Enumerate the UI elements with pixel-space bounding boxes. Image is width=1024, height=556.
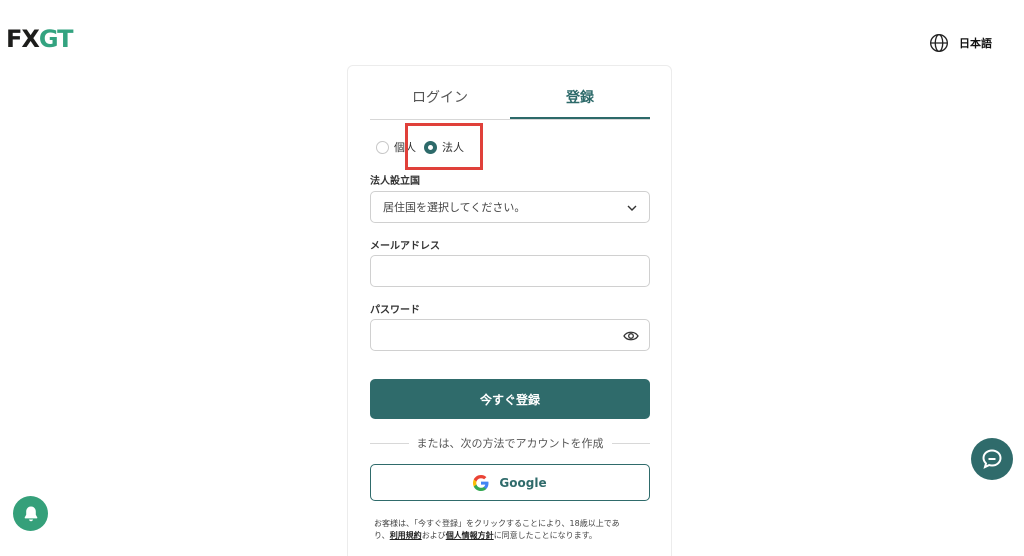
- email-field[interactable]: [370, 255, 650, 287]
- chat-button[interactable]: [971, 438, 1013, 480]
- consent-text: お客様は、「今すぐ登録」をクリックすることにより、18歳以上であ り、利用規約お…: [374, 518, 646, 542]
- country-label: 法人設立国: [370, 176, 420, 187]
- register-card: ログイン 登録 個人 法人 法人設立国 居住国を選択してください。 メールアドレ…: [347, 65, 672, 556]
- divider-text: または、次の方法でアカウントを作成: [416, 437, 604, 450]
- consent-part3: および: [421, 531, 446, 540]
- privacy-policy-link[interactable]: 個人情報方針: [446, 531, 494, 540]
- google-icon: [473, 474, 489, 491]
- google-button-label: Google: [499, 475, 547, 490]
- globe-icon: [930, 34, 948, 52]
- password-label: パスワード: [370, 305, 420, 316]
- bell-icon: [24, 506, 37, 521]
- logo-fx: FX: [6, 25, 40, 53]
- consent-part4: に同意したことになります。: [493, 531, 597, 540]
- country-select[interactable]: 居住国を選択してください。: [370, 191, 650, 223]
- divider-line-left: [370, 442, 409, 444]
- tab-login[interactable]: ログイン: [370, 80, 510, 119]
- consent-part2: り、: [374, 531, 390, 540]
- eye-icon[interactable]: [623, 329, 639, 343]
- notification-button[interactable]: [13, 496, 48, 531]
- terms-link[interactable]: 利用規約: [390, 531, 422, 540]
- auth-tabs: ログイン 登録: [370, 80, 650, 120]
- country-select-value: 居住国を選択してください。: [383, 201, 526, 214]
- email-label: メールアドレス: [370, 241, 440, 252]
- consent-part1: お客様は、「今すぐ登録」をクリックすることにより、18歳以上であ: [374, 519, 620, 528]
- fxgt-logo[interactable]: FX GT: [6, 25, 74, 53]
- chevron-down-icon: [627, 205, 637, 211]
- divider-line-right: [611, 442, 650, 444]
- google-signup-button[interactable]: Google: [370, 464, 650, 501]
- alt-signup-divider: または、次の方法でアカウントを作成: [370, 435, 650, 451]
- highlight-box: [405, 123, 483, 170]
- tab-register[interactable]: 登録: [510, 80, 650, 119]
- logo-gt: GT: [38, 25, 74, 53]
- chat-bubble-icon: [982, 449, 1002, 469]
- radio-individual-circle[interactable]: [376, 140, 389, 154]
- language-selector[interactable]: 日本語: [929, 33, 992, 53]
- page: FX GT 日本語 ログイン 登録 個人 法人 法人設立国 居住国を選択してくださ: [0, 0, 1024, 556]
- password-field[interactable]: [370, 319, 650, 351]
- language-label: 日本語: [959, 37, 992, 50]
- register-now-button[interactable]: 今すぐ登録: [370, 379, 650, 419]
